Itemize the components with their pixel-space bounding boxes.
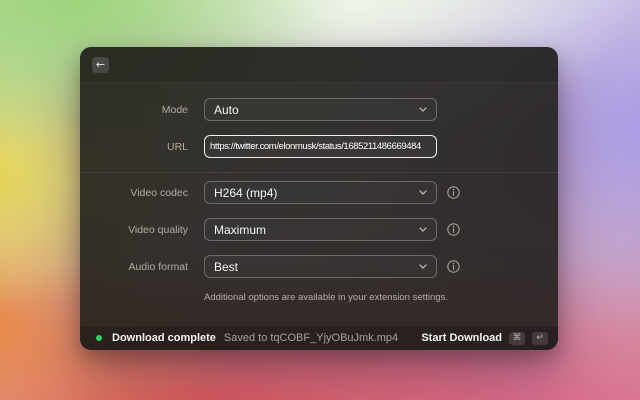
- command-key-icon: ⌘: [509, 332, 525, 345]
- video-codec-value: H264 (mp4): [214, 186, 277, 200]
- video-codec-row: Video codec H264 (mp4): [80, 181, 558, 204]
- info-icon[interactable]: [447, 223, 460, 236]
- extension-settings-hint: Additional options are available in your…: [204, 292, 558, 303]
- video-codec-select[interactable]: H264 (mp4): [204, 181, 437, 204]
- video-codec-label: Video codec: [80, 187, 188, 199]
- video-quality-row: Video quality Maximum: [80, 218, 558, 241]
- chevron-down-icon: [419, 264, 427, 269]
- chevron-down-icon: [419, 227, 427, 232]
- audio-format-value: Best: [214, 260, 238, 274]
- downloader-dialog: ← Mode Auto URL Video codec H264 (mp4): [80, 47, 558, 350]
- audio-format-select[interactable]: Best: [204, 255, 437, 278]
- status-bar: Download complete Saved to tqCOBF_YjyOBu…: [80, 325, 558, 350]
- video-quality-select[interactable]: Maximum: [204, 218, 437, 241]
- mode-row: Mode Auto: [80, 98, 558, 121]
- video-quality-value: Maximum: [214, 223, 266, 237]
- desktop-background: ← Mode Auto URL Video codec H264 (mp4): [0, 0, 640, 400]
- audio-format-label: Audio format: [80, 261, 188, 273]
- status-text: Download complete: [112, 332, 216, 344]
- url-label: URL: [80, 141, 188, 153]
- status-dot: [96, 335, 102, 341]
- dialog-header: ←: [80, 47, 558, 83]
- url-row: URL: [80, 135, 558, 158]
- back-button[interactable]: ←: [92, 57, 109, 73]
- mode-value: Auto: [214, 103, 239, 117]
- chevron-down-icon: [419, 107, 427, 112]
- video-quality-label: Video quality: [80, 224, 188, 236]
- saved-file-text: Saved to tqCOBF_YjyOBuJmk.mp4: [224, 332, 398, 344]
- start-download-button[interactable]: Start Download: [421, 332, 502, 344]
- chevron-down-icon: [419, 190, 427, 195]
- audio-format-row: Audio format Best: [80, 255, 558, 278]
- url-input[interactable]: [204, 135, 437, 158]
- section-divider: [80, 172, 558, 173]
- mode-label: Mode: [80, 104, 188, 116]
- info-icon[interactable]: [447, 260, 460, 273]
- info-icon[interactable]: [447, 186, 460, 199]
- mode-select[interactable]: Auto: [204, 98, 437, 121]
- return-key-icon: ↵: [532, 332, 548, 345]
- options-form: Mode Auto URL Video codec H264 (mp4): [80, 83, 558, 303]
- back-arrow-icon: ←: [96, 57, 105, 72]
